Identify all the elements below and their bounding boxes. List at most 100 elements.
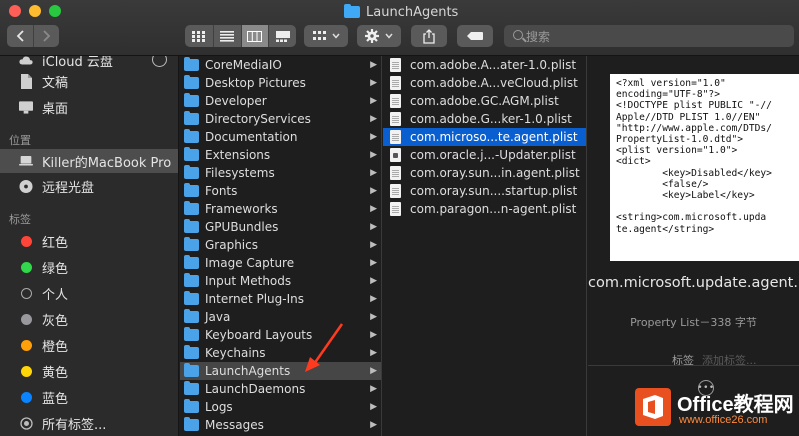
folder-name: Java <box>205 310 231 324</box>
sidebar-tag-red[interactable]: 红色 <box>0 229 178 253</box>
watermark-url: www.office26.com <box>679 414 768 426</box>
folder-row[interactable]: DirectoryServices ▶ <box>180 110 381 128</box>
disclosure-icon: ▶ <box>370 150 377 160</box>
folder-row[interactable]: Keyboard Layouts ▶ <box>180 326 381 344</box>
folder-name: Fonts <box>205 184 238 198</box>
grouping-icon <box>312 30 326 40</box>
folder-row[interactable]: Messages ▶ <box>180 416 381 434</box>
file-row[interactable]: com.adobe.A...veCloud.plist <box>383 74 586 92</box>
sidebar-item-label: 灰色 <box>42 313 69 329</box>
folder-row[interactable]: Input Methods ▶ <box>180 272 381 290</box>
chevron-left-icon <box>16 30 24 42</box>
sidebar-tag-green[interactable]: 绿色 <box>0 255 178 279</box>
folder-row[interactable]: Developer ▶ <box>180 92 381 110</box>
file-row[interactable]: com.adobe.A...ater-1.0.plist <box>383 56 586 74</box>
list-icon <box>220 30 235 42</box>
sidebar-tag-orange[interactable]: 橙色 <box>0 333 178 357</box>
zoom-window-button[interactable] <box>49 5 61 17</box>
back-button[interactable] <box>7 25 33 47</box>
folder-row[interactable]: Graphics ▶ <box>180 236 381 254</box>
disclosure-icon: ▶ <box>370 186 377 196</box>
file-row[interactable]: com.adobe.GC.AGM.plist <box>383 92 586 110</box>
sidebar-tag-personal[interactable]: 个人 <box>0 281 178 305</box>
forward-button[interactable] <box>33 25 59 47</box>
folder-name: Messages <box>205 418 264 432</box>
disclosure-icon: ▶ <box>370 132 377 142</box>
sidebar-all-tags[interactable]: 所有标签... <box>0 411 178 435</box>
column-view-button[interactable] <box>240 25 269 47</box>
desktop-icon <box>19 100 33 114</box>
gear-icon <box>365 29 379 43</box>
sidebar-item-documents[interactable]: 文稿 <box>0 69 178 93</box>
sidebar-item-label: 黄色 <box>42 365 69 381</box>
folder-row[interactable]: Extensions ▶ <box>180 146 381 164</box>
file-row[interactable]: com.paragon...n-agent.plist <box>383 200 586 218</box>
sidebar-item-desktop[interactable]: 桌面 <box>0 95 178 119</box>
annotation-arrow-icon <box>305 323 344 372</box>
folder-row[interactable]: Desktop Pictures ▶ <box>180 74 381 92</box>
folder-row[interactable]: Frameworks ▶ <box>180 200 381 218</box>
divider <box>588 365 799 366</box>
folder-icon <box>184 273 199 287</box>
disclosure-icon: ▶ <box>370 366 377 376</box>
share-button[interactable] <box>411 25 447 47</box>
disclosure-icon: ▶ <box>370 348 377 358</box>
sidebar-item-label: 文稿 <box>42 75 69 91</box>
all-tags-icon <box>19 416 33 430</box>
disclosure-icon: ▶ <box>370 420 377 430</box>
folder-name: Keychains <box>205 346 266 360</box>
folder-row[interactable]: Keychains ▶ <box>180 344 381 362</box>
folder-icon <box>184 57 199 71</box>
icon-view-button[interactable] <box>185 25 213 47</box>
sidebar: iCloud 云盘 文稿 桌面 位置 Killer的MacBook Pro 远程… <box>0 56 179 436</box>
sidebar-tag-gray[interactable]: 灰色 <box>0 307 178 331</box>
folder-row[interactable]: Documentation ▶ <box>180 128 381 146</box>
close-window-button[interactable] <box>9 5 21 17</box>
gallery-view-button[interactable] <box>268 25 296 47</box>
search-field[interactable]: 搜索 <box>504 25 794 47</box>
folder-icon <box>184 363 199 377</box>
sidebar-item-remote-disc[interactable]: 远程光盘 <box>0 174 178 198</box>
tag-button[interactable] <box>457 25 493 47</box>
folder-icon <box>184 345 199 359</box>
preview-file-info: Property List－338 字节 <box>630 316 757 329</box>
file-row[interactable]: com.adobe.G...ker-1.0.plist <box>383 110 586 128</box>
folder-name: Filesystems <box>205 166 275 180</box>
folder-row-selected[interactable]: LaunchAgents ▶ <box>180 362 381 380</box>
folder-icon <box>184 111 199 125</box>
sidebar-tag-blue[interactable]: 蓝色 <box>0 385 178 409</box>
file-row-selected[interactable]: com.microso...te.agent.plist <box>383 128 586 146</box>
folder-row[interactable]: Java ▶ <box>180 308 381 326</box>
folder-icon <box>184 237 199 251</box>
tags-header: 标签 <box>9 213 31 226</box>
folder-row[interactable]: Logs ▶ <box>180 398 381 416</box>
plist-source-text: <?xml version="1.0" encoding="UTF-8"?> <… <box>616 78 772 235</box>
folder-icon <box>184 147 199 161</box>
toolbar: LaunchAgents 搜索 <box>0 0 799 56</box>
group-by-dropdown[interactable] <box>304 25 348 47</box>
folder-row[interactable]: Fonts ▶ <box>180 182 381 200</box>
hollow-dot-icon <box>20 287 32 299</box>
folder-row[interactable]: GPUBundles ▶ <box>180 218 381 236</box>
file-row[interactable]: com.oracle.j...-Updater.plist <box>383 146 586 164</box>
gray-dot-icon <box>20 313 32 325</box>
minimize-window-button[interactable] <box>29 5 41 17</box>
sidebar-item-this-mac[interactable]: Killer的MacBook Pro <box>0 149 178 173</box>
action-dropdown[interactable] <box>357 25 401 47</box>
folder-row[interactable]: Internet Plug-Ins ▶ <box>180 290 381 308</box>
file-name: com.adobe.G...ker-1.0.plist <box>410 112 572 126</box>
sidebar-tag-yellow[interactable]: 黄色 <box>0 359 178 383</box>
sidebar-item-label: 远程光盘 <box>42 180 95 196</box>
folder-icon <box>184 291 199 305</box>
folder-row[interactable]: LaunchDaemons ▶ <box>180 380 381 398</box>
file-row[interactable]: com.oray.sun...in.agent.plist <box>383 164 586 182</box>
folder-row[interactable]: CoreMediaIO ▶ <box>180 56 381 74</box>
window-title: LaunchAgents <box>344 3 458 21</box>
list-view-button[interactable] <box>212 25 241 47</box>
sidebar-item-label: 个人 <box>42 287 69 303</box>
disc-icon <box>19 179 33 193</box>
file-row[interactable]: com.oray.sun....startup.plist <box>383 182 586 200</box>
folder-row[interactable]: Image Capture ▶ <box>180 254 381 272</box>
folder-row[interactable]: Filesystems ▶ <box>180 164 381 182</box>
folder-icon <box>184 165 199 179</box>
